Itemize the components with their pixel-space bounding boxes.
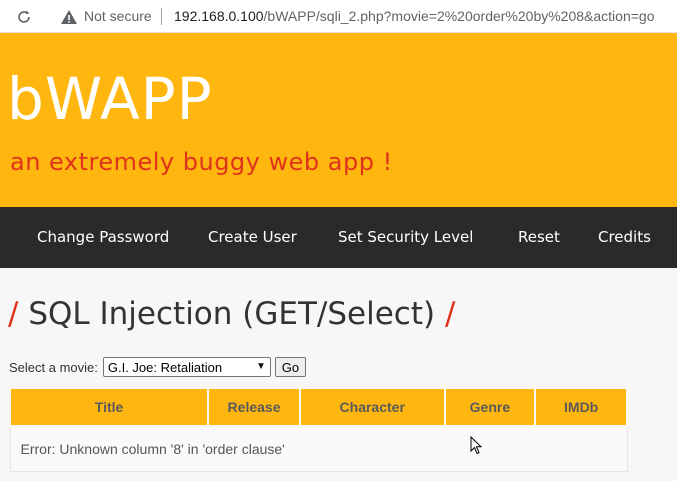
column-header-release: Release bbox=[207, 387, 301, 427]
movie-dropdown[interactable]: G.I. Joe: Retaliation ▼ bbox=[102, 357, 271, 377]
reload-icon[interactable] bbox=[14, 7, 34, 27]
url-host: 192.168.0.100 bbox=[174, 8, 264, 24]
url-path: /bWAPP/sqli_2.php?movie=2%20order%20by%2… bbox=[263, 8, 655, 24]
title-slash-right: / bbox=[444, 296, 456, 332]
column-header-imdb: IMDb bbox=[534, 387, 628, 427]
chevron-down-icon: ▼ bbox=[255, 361, 266, 372]
nav-change-password[interactable]: Change Password bbox=[37, 227, 169, 247]
address-bar: Not secure 192.168.0.100/bWAPP/sqli_2.ph… bbox=[0, 0, 677, 33]
site-tagline: an extremely buggy web app ! bbox=[10, 148, 393, 176]
page-title: / SQL Injection (GET/Select) / bbox=[8, 292, 455, 336]
nav-set-security-level[interactable]: Set Security Level bbox=[338, 227, 473, 247]
title-slash-left: / bbox=[8, 296, 19, 332]
site-logo[interactable]: bWAPP bbox=[7, 64, 213, 134]
selected-movie: G.I. Joe: Retaliation bbox=[107, 359, 223, 375]
main-nav: Change Password Create User Set Security… bbox=[0, 207, 677, 268]
title-text: SQL Injection (GET/Select) bbox=[28, 296, 436, 332]
nav-reset[interactable]: Reset bbox=[518, 227, 560, 247]
mouse-cursor-icon bbox=[470, 435, 484, 456]
site-header: bWAPP an extremely buggy web app ! bbox=[0, 33, 677, 207]
nav-credits[interactable]: Credits bbox=[598, 227, 651, 247]
column-header-genre: Genre bbox=[443, 387, 537, 427]
column-header-character: Character bbox=[298, 387, 446, 427]
results-table: Title Release Character Genre IMDb Error… bbox=[8, 387, 628, 472]
security-status[interactable]: Not secure bbox=[84, 7, 152, 25]
go-button[interactable]: Go bbox=[274, 357, 306, 377]
nav-create-user[interactable]: Create User bbox=[208, 227, 297, 247]
url-separator bbox=[161, 8, 162, 25]
movie-select-form: Select a movie: G.I. Joe: Retaliation ▼ … bbox=[9, 356, 306, 378]
column-header-title: Title bbox=[8, 387, 210, 427]
table-row: Error: Unknown column '8' in 'order clau… bbox=[9, 425, 628, 472]
table-header-row: Title Release Character Genre IMDb bbox=[8, 387, 628, 427]
url-field[interactable]: 192.168.0.100/bWAPP/sqli_2.php?movie=2%2… bbox=[174, 7, 655, 25]
warning-icon[interactable] bbox=[60, 8, 78, 26]
select-label: Select a movie: bbox=[9, 359, 98, 375]
error-message: Error: Unknown column '8' in 'order clau… bbox=[9, 425, 628, 472]
